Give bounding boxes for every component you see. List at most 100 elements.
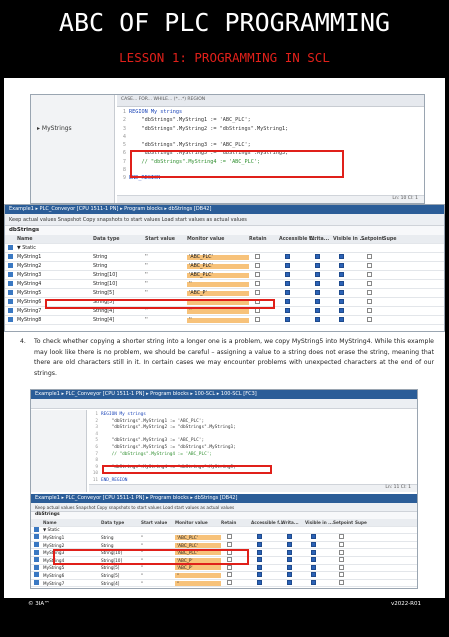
checkbox-cell <box>333 289 361 297</box>
table-row: MyString5 String[5] '' 'ABC_P' <box>31 564 417 573</box>
column-header: Supe <box>383 236 397 242</box>
checkbox-cell <box>333 572 355 578</box>
checkbox-cell <box>279 262 309 270</box>
highlight-box <box>53 549 249 565</box>
checkbox-icon <box>285 271 290 277</box>
name-cell: MyString8 <box>43 588 101 589</box>
type-cell: String <box>101 542 114 548</box>
monitor-value-cell: 'ABC_PLC' <box>187 254 249 260</box>
row-icon-cell <box>5 316 17 324</box>
paragraph-number: 4. <box>20 338 26 345</box>
checkbox-cell <box>251 587 281 588</box>
line-number: 7 <box>122 158 126 165</box>
db-icon <box>8 298 13 304</box>
checkbox-icon <box>287 557 292 563</box>
checkbox-icon <box>315 271 320 277</box>
page-title: ABC OF PLC PROGRAMMING <box>58 8 391 37</box>
name-cell: MyString5 <box>43 565 65 571</box>
checkbox-cell <box>279 271 309 279</box>
row-icon-cell <box>31 572 43 578</box>
column-header: Data type <box>101 519 125 525</box>
column-header: Writa... <box>281 519 299 525</box>
checkbox-cell <box>251 549 281 556</box>
datablock-screenshot: Example1 ▸ PLC_Conveyor [CPU 1511-1 PN] … <box>4 204 445 332</box>
column-header: Setpoint <box>333 519 354 525</box>
paragraph-text: To check whether copying a shorter strin… <box>34 338 434 377</box>
checkbox-cell <box>333 580 355 586</box>
table-row: MyString8 String[4] '' '' <box>5 316 444 325</box>
row-icon-cell <box>5 253 17 261</box>
checkbox-cell <box>333 298 361 306</box>
start-value-cell: '' <box>145 263 148 269</box>
checkbox-icon <box>257 542 262 548</box>
monitor-value-cell: '' <box>187 281 249 287</box>
code-text: "dbStrings".MyString5 := "dbStrings".MyS… <box>101 444 236 450</box>
checkbox-cell <box>305 572 333 578</box>
checkbox-icon <box>311 572 316 578</box>
table-row: MyString6 String[5] '' '' <box>31 572 417 580</box>
checkbox-icon <box>255 289 260 295</box>
checkbox-cell <box>251 580 281 586</box>
checkbox-icon <box>339 557 344 563</box>
column-header: Name <box>43 519 57 525</box>
checkbox-icon <box>227 534 232 540</box>
checkbox-cell <box>249 262 279 270</box>
start-value-cell: '' <box>141 580 144 586</box>
code-line: 3 "dbStrings".MyString2 := "dbStrings".M… <box>117 126 424 134</box>
table-header: Name Data type Start value Monitor value Ret… <box>31 519 417 527</box>
start-value-cell: '' <box>141 588 175 589</box>
highlight-box <box>130 150 344 178</box>
code-line: 5 "dbStrings".MyString3 := 'ABC_PLC'; <box>89 438 417 445</box>
checkbox-cell <box>249 289 279 297</box>
checkbox-icon <box>227 572 232 578</box>
table-row: MyString1 String '' 'ABC_PLC' <box>5 253 444 262</box>
name-cell: MyString4 <box>17 281 42 287</box>
code-text: "dbStrings".MyString2 := "dbStrings".MyS… <box>101 425 236 431</box>
column-header: Start value <box>145 236 175 242</box>
row-icon-cell <box>31 526 43 533</box>
start-value-cell: '' <box>145 317 148 323</box>
monitor-value-cell: '' <box>187 317 249 323</box>
line-number: 6 <box>95 444 98 450</box>
checkbox-cell <box>281 542 305 548</box>
checkbox-icon <box>257 572 262 578</box>
monitor-value-cell: 'ABC_P' <box>175 565 221 571</box>
db-icon <box>8 271 13 277</box>
checkbox-icon <box>315 253 320 259</box>
code-line: 8 <box>89 458 417 465</box>
table-row: ▼ Static <box>5 244 444 253</box>
type-cell: String[5] <box>101 572 120 578</box>
monitor-value-cell: 'ABC_PLC' <box>175 534 221 540</box>
type-cell: String <box>93 254 108 260</box>
row-icon-cell <box>31 549 43 556</box>
datablock-panel: Example1 ▸ PLC_Conveyor [CPU 1511-1 PN] … <box>31 494 417 588</box>
row-icon-cell <box>5 271 17 279</box>
column-header: Data type <box>93 236 120 242</box>
line-number: 1 <box>95 412 98 417</box>
highlight-box <box>102 465 272 474</box>
table-row: MyString4 String[10] '' '' <box>5 280 444 289</box>
checkbox-icon <box>285 280 290 286</box>
db-name: dbStrings <box>5 226 444 235</box>
code-text: REGION My strings <box>129 109 183 115</box>
checkbox-icon <box>339 572 344 578</box>
start-value-cell: '' <box>141 572 144 578</box>
start-value-cell: '' <box>145 290 148 296</box>
checkbox-icon <box>367 271 372 277</box>
monitor-value: '' <box>187 308 249 314</box>
checkbox-icon <box>339 280 344 286</box>
code-editor: 1 REGION My strings 2 "dbStrings".MyString… <box>89 410 417 492</box>
line-number: 10 <box>92 471 98 477</box>
row-icon-cell <box>31 557 43 563</box>
checkbox-icon <box>255 316 260 322</box>
checkbox-cell <box>333 280 361 288</box>
name-cell: MyString1 <box>17 254 42 260</box>
checkbox-cell <box>333 549 355 556</box>
checkbox-cell <box>305 534 333 540</box>
monitor-value: 'ABC_P' <box>187 290 249 296</box>
checkbox-icon <box>287 564 292 570</box>
checkbox-icon <box>315 289 320 295</box>
name-cell: ▼ Static <box>43 527 60 533</box>
checkbox-icon <box>339 580 344 586</box>
checkbox-cell <box>333 542 355 548</box>
